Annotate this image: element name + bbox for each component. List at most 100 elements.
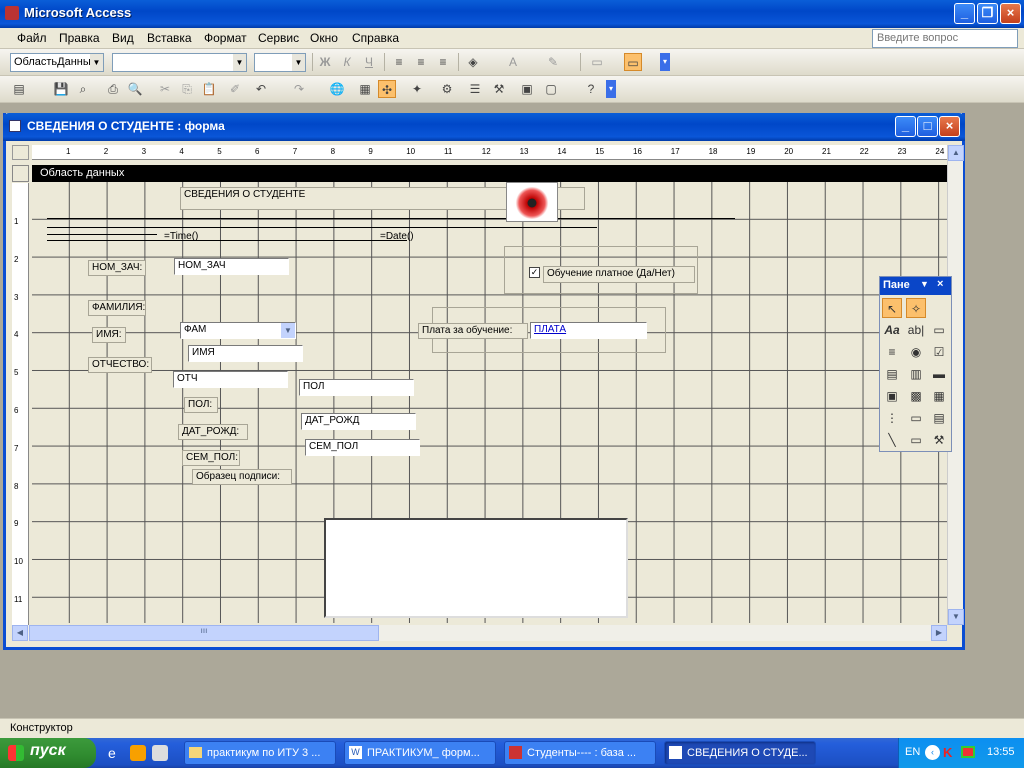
- bound-object-tool-icon[interactable]: ▦: [929, 386, 949, 406]
- familiya-label[interactable]: ФАМИЛИЯ:: [88, 300, 146, 316]
- align-right-icon[interactable]: ≡: [434, 53, 452, 71]
- paid-checkbox[interactable]: ✓: [529, 267, 540, 278]
- field-list-icon[interactable]: ▦: [356, 80, 374, 98]
- chevron-down-icon[interactable]: ▼: [90, 54, 103, 71]
- pol-field[interactable]: ПОЛ: [299, 379, 414, 396]
- page-break-tool-icon[interactable]: ⋮: [882, 408, 902, 428]
- ie-icon[interactable]: e: [108, 745, 124, 761]
- minimize-button[interactable]: _: [954, 3, 975, 24]
- nom-zach-label[interactable]: НОМ_ЗАЧ:: [88, 260, 146, 276]
- align-center-icon[interactable]: ≡: [412, 53, 430, 71]
- form-close-button[interactable]: ×: [939, 116, 960, 137]
- form-maximize-button[interactable]: □: [917, 116, 938, 137]
- build-icon[interactable]: ⚒: [490, 80, 508, 98]
- taskbar-item-active[interactable]: СВЕДЕНИЯ О СТУДЕ...: [664, 741, 816, 765]
- menu-format[interactable]: Формат: [204, 31, 247, 45]
- menu-help[interactable]: Справка: [352, 31, 399, 45]
- hyperlink-icon[interactable]: 🌐: [328, 80, 346, 98]
- scroll-thumb[interactable]: ııı: [29, 625, 379, 641]
- undo-icon[interactable]: ↶: [252, 80, 270, 98]
- cut-icon[interactable]: ✂: [156, 80, 174, 98]
- line-tool-icon[interactable]: ╲: [882, 430, 902, 450]
- image-tool-icon[interactable]: ▣: [882, 386, 902, 406]
- italic-button[interactable]: К: [338, 53, 356, 71]
- autoformat-icon[interactable]: ✦: [408, 80, 426, 98]
- form-minimize-button[interactable]: _: [895, 116, 916, 137]
- taskbar-item[interactable]: W ПРАКТИКУМ_ форм...: [344, 741, 496, 765]
- line-color-icon[interactable]: ✎: [544, 53, 562, 71]
- logo-image[interactable]: [506, 182, 558, 222]
- time-field[interactable]: =Time(): [161, 230, 253, 247]
- horizontal-scrollbar[interactable]: ◀ ııı ▶: [12, 625, 947, 641]
- view-icon[interactable]: ▤: [10, 80, 28, 98]
- sem-pol-field[interactable]: СЕМ_ПОЛ: [305, 439, 420, 456]
- tray-expand-icon[interactable]: ‹: [925, 745, 940, 760]
- start-button[interactable]: пуск: [0, 738, 96, 768]
- copy-icon[interactable]: ⎘: [178, 80, 196, 98]
- option-group-tool-icon[interactable]: ▭: [929, 320, 949, 340]
- radio-tool-icon[interactable]: ◉: [906, 342, 926, 362]
- date-field[interactable]: =Date(): [377, 230, 467, 247]
- scroll-right-icon[interactable]: ▶: [931, 625, 947, 641]
- subform-tool-icon[interactable]: ▤: [929, 408, 949, 428]
- plata-label[interactable]: Плата за обучение:: [418, 323, 528, 339]
- menu-edit[interactable]: Правка: [59, 31, 100, 45]
- chevron-down-icon[interactable]: ▼: [281, 323, 295, 338]
- object-combo[interactable]: ОбластьДанны ▼: [10, 53, 104, 72]
- tab-control-tool-icon[interactable]: ▭: [906, 408, 926, 428]
- close-icon[interactable]: ×: [937, 278, 943, 290]
- properties-icon[interactable]: ☰: [466, 80, 484, 98]
- new-object-icon[interactable]: ▢: [542, 80, 560, 98]
- menu-file[interactable]: Файл: [17, 31, 47, 45]
- chevron-down-icon[interactable]: ▼: [920, 279, 929, 289]
- dat-rozhd-label[interactable]: ДАТ_РОЖД:: [178, 424, 248, 440]
- toolbox-icon[interactable]: ✣: [378, 80, 396, 98]
- chevron-down-icon[interactable]: ▼: [233, 54, 246, 71]
- otchestvo-label[interactable]: ОТЧЕСТВО:: [88, 357, 152, 373]
- design-grid[interactable]: СВЕДЕНИЯ О СТУДЕНТЕ =Time() =Date() НОМ_…: [32, 182, 947, 623]
- chevron-down-icon[interactable]: ▼: [292, 54, 305, 71]
- menu-window[interactable]: Окно: [310, 31, 338, 45]
- line[interactable]: [47, 227, 597, 228]
- taskbar-item[interactable]: практикум по ИТУ 3 ...: [184, 741, 336, 765]
- wizard-tool-icon[interactable]: ✧: [906, 298, 926, 318]
- language-indicator[interactable]: EN: [905, 746, 920, 758]
- format-painter-icon[interactable]: ✐: [226, 80, 244, 98]
- toolbox-header[interactable]: Пане ▼ ×: [880, 277, 951, 295]
- nom-zach-field[interactable]: НОМ_ЗАЧ: [174, 258, 289, 275]
- detail-section-header[interactable]: Область данных: [32, 165, 947, 182]
- paste-icon[interactable]: 📋: [200, 80, 218, 98]
- network-icon[interactable]: [961, 746, 975, 758]
- otch-field[interactable]: ОТЧ: [173, 371, 288, 388]
- line[interactable]: [47, 218, 735, 219]
- help-icon[interactable]: ?: [582, 80, 600, 98]
- imya-label[interactable]: ИМЯ:: [92, 327, 126, 343]
- toolbar-options-icon[interactable]: ▾: [660, 53, 670, 71]
- fill-color-icon[interactable]: ◈: [464, 53, 482, 71]
- restore-button[interactable]: ❐: [977, 3, 998, 24]
- pol-label[interactable]: ПОЛ:: [184, 397, 218, 413]
- toggle-tool-icon[interactable]: ≡: [882, 342, 902, 362]
- redo-icon[interactable]: ↷: [290, 80, 308, 98]
- align-left-icon[interactable]: ≡: [390, 53, 408, 71]
- antivirus-icon[interactable]: K: [943, 745, 952, 760]
- label-tool-icon[interactable]: Aa: [882, 320, 902, 340]
- border-width-icon[interactable]: ▭: [588, 53, 606, 71]
- line[interactable]: [47, 234, 157, 235]
- database-window-icon[interactable]: ▣: [518, 80, 536, 98]
- underline-button[interactable]: Ч: [360, 53, 378, 71]
- textbox-tool-icon[interactable]: ab|: [906, 320, 926, 340]
- font-combo[interactable]: ▼: [112, 53, 247, 72]
- section-selector[interactable]: [12, 165, 29, 182]
- unbound-object-tool-icon[interactable]: ▩: [906, 386, 926, 406]
- plata-field[interactable]: ПЛАТА: [530, 322, 647, 339]
- print-preview-icon[interactable]: 🔍: [126, 80, 144, 98]
- scroll-down-icon[interactable]: ▼: [948, 609, 964, 625]
- bold-button[interactable]: Ж: [316, 53, 334, 71]
- menu-view[interactable]: Вид: [112, 31, 134, 45]
- special-effect-icon[interactable]: ▭: [624, 53, 642, 71]
- checkbox-tool-icon[interactable]: ☑: [929, 342, 949, 362]
- quicklaunch-icon[interactable]: [130, 745, 146, 761]
- combo-tool-icon[interactable]: ▤: [882, 364, 902, 384]
- signature-label[interactable]: Образец подписи:: [192, 469, 292, 485]
